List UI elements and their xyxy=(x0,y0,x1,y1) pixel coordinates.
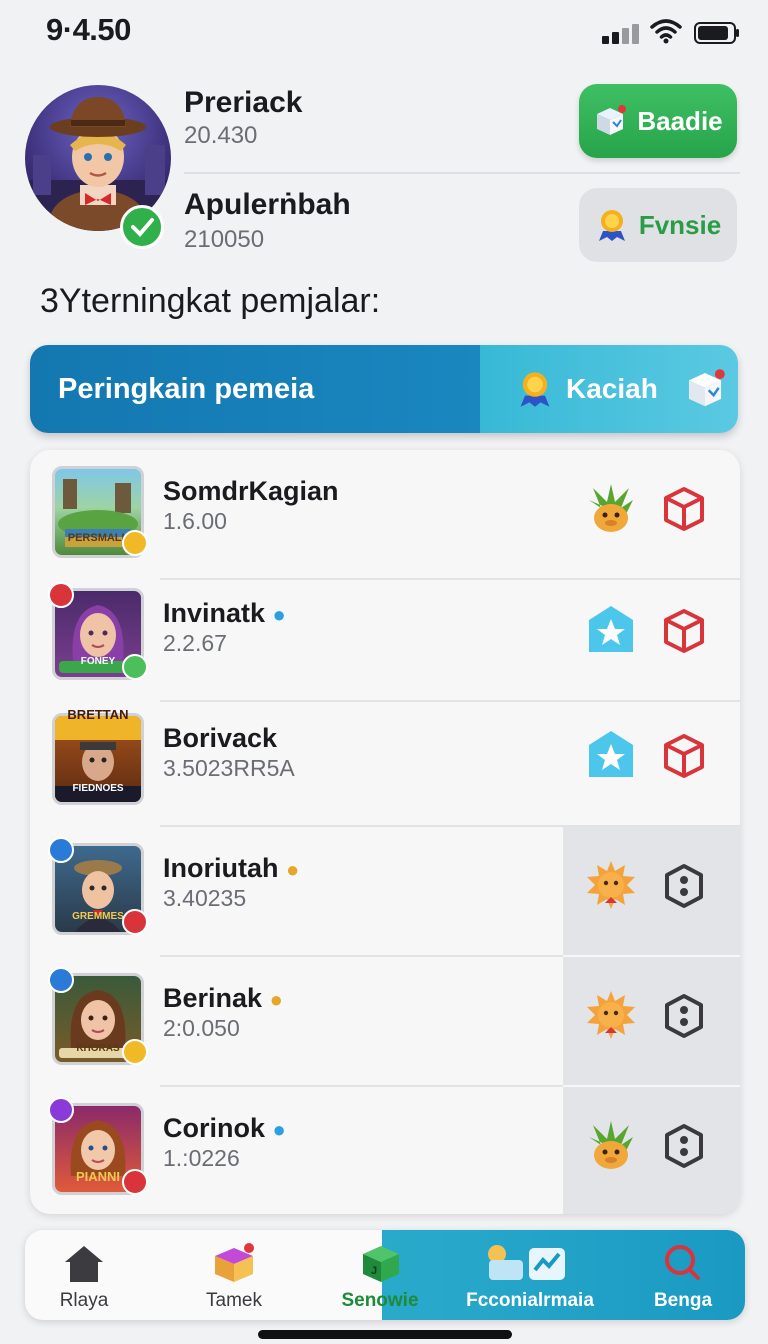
signal-icon xyxy=(602,22,646,44)
flame-icon: ● xyxy=(286,857,300,882)
verified-badge-icon xyxy=(120,205,164,249)
secondary-player-name: Apulerṅbah xyxy=(184,188,351,221)
list-item[interactable]: PIANNI Corinok ● 1.:0226 xyxy=(30,1087,740,1214)
check-badge-icon xyxy=(122,654,148,680)
nav-item-service[interactable]: J Senowie xyxy=(315,1230,445,1320)
rank-badge-icon xyxy=(48,582,74,608)
player-name: Preriack xyxy=(184,86,303,119)
tab-rewards-label: Kaciah xyxy=(566,373,658,404)
star-shield-icon[interactable] xyxy=(583,602,639,658)
lock-toggle-icon[interactable] xyxy=(658,1120,710,1172)
list-item[interactable]: KHORAS Berinak ● 2:0.050 xyxy=(30,957,740,1087)
rank-badge-icon xyxy=(122,909,148,935)
rank-badge-icon xyxy=(122,1169,148,1195)
status-bar: 9·4.50 xyxy=(0,0,768,60)
badge-button-label: Baadie xyxy=(637,105,723,136)
bottom-nav: Rlaya Tamek J Senowie Fcconialrmaia Beng… xyxy=(25,1230,745,1320)
home-indicator[interactable] xyxy=(258,1330,512,1339)
nav-label: Fcconialrmaia xyxy=(466,1290,594,1311)
section-title: 3Yterningkat pemjalar: xyxy=(40,282,381,320)
finish-button[interactable]: Fvnsie xyxy=(579,188,737,262)
home-icon xyxy=(65,1246,103,1282)
green-cube-icon: J xyxy=(363,1246,399,1282)
nav-item-home[interactable]: Rlaya xyxy=(25,1230,143,1320)
list-item[interactable]: BRETTAN FIEDNOES Borivack 3.5023RR5A xyxy=(30,697,740,827)
list-item[interactable]: PERSMALL SomdrKagian 1.6.00 xyxy=(30,450,740,580)
list-item-name: SomdrKagian xyxy=(163,476,339,506)
red-cube-icon[interactable] xyxy=(658,605,710,657)
sun-pet-icon[interactable] xyxy=(583,987,639,1043)
list-item[interactable]: GREMMES Inoriutah ● 3.40235 xyxy=(30,827,740,957)
check-badge-icon xyxy=(122,1039,148,1065)
badge-button[interactable]: Baadie xyxy=(579,84,737,158)
lock-toggle-icon[interactable] xyxy=(658,860,710,912)
wifi-icon xyxy=(650,19,682,44)
rank-badge-icon xyxy=(48,837,74,863)
player-score: 20.430 xyxy=(184,122,258,149)
star-shield-icon[interactable] xyxy=(583,727,639,783)
cube-gift-icon xyxy=(688,369,725,407)
red-cube-icon[interactable] xyxy=(658,730,710,782)
nav-label: Senowie xyxy=(341,1290,419,1311)
list-item-name: Berinak ● xyxy=(163,983,283,1013)
list-item-score: 3.5023RR5A xyxy=(163,755,295,781)
tab-player-ranking-label: Peringkain pemeia xyxy=(58,372,315,405)
finish-button-label: Fvnsie xyxy=(638,209,722,240)
flame-icon: ● xyxy=(272,1117,286,1142)
check-badge-icon xyxy=(122,530,148,556)
nav-item-shop[interactable]: Tamek xyxy=(173,1230,295,1320)
medal-icon xyxy=(520,372,550,407)
thumbnail-caption: FIEDNOES xyxy=(72,783,124,794)
nav-label: Rlaya xyxy=(59,1290,109,1311)
nav-label: Benga xyxy=(653,1290,713,1311)
list-item-score: 2.2.67 xyxy=(163,630,227,656)
list-item-name: Invinatk ● xyxy=(163,598,286,628)
list-item-score: 2:0.050 xyxy=(163,1015,240,1041)
rank-badge-icon xyxy=(48,967,74,993)
ranking-tabs: Peringkain pemeia Kaciah xyxy=(30,345,738,433)
list-item-score: 1.:0226 xyxy=(163,1145,240,1171)
leaderboard-list[interactable]: PERSMALL SomdrKagian 1.6.00 FONEY Invina… xyxy=(30,450,740,1214)
red-cube-icon[interactable] xyxy=(658,483,710,535)
dragon-pet-icon[interactable] xyxy=(583,480,639,536)
list-item-name: Inoriutah ● xyxy=(163,853,300,883)
list-item-score: 1.6.00 xyxy=(163,508,227,534)
flame-icon: ● xyxy=(269,987,283,1012)
list-item-name: Corinok ● xyxy=(163,1113,286,1143)
rank-badge-icon xyxy=(48,1097,74,1123)
lock-toggle-icon[interactable] xyxy=(658,990,710,1042)
tab-player-ranking[interactable]: Peringkain pemeia xyxy=(30,345,480,433)
svg-text:J: J xyxy=(371,1265,377,1277)
secondary-player-score: 210050 xyxy=(184,226,265,253)
tab-rewards[interactable]: Kaciah xyxy=(480,345,738,433)
cube-gift-icon xyxy=(597,105,627,135)
sun-pet-icon[interactable] xyxy=(583,857,639,913)
nav-item-community[interactable]: Fcconialrmaia xyxy=(455,1230,605,1320)
list-item-name: Borivack xyxy=(163,723,278,753)
status-time: 9·4.50 xyxy=(46,12,131,47)
thumbnail-title: BRETTAN xyxy=(67,707,129,722)
nav-label: Tamek xyxy=(206,1290,262,1311)
nav-item-search[interactable]: Benga xyxy=(637,1230,729,1320)
dragon-pet-icon[interactable] xyxy=(583,1117,639,1173)
community-icon xyxy=(488,1245,565,1280)
flame-icon: ● xyxy=(272,602,286,627)
list-item[interactable]: FONEY Invinatk ● 2.2.67 xyxy=(30,572,740,702)
gift-box-icon xyxy=(215,1243,254,1282)
header-divider xyxy=(184,172,740,174)
battery-icon xyxy=(694,22,739,44)
list-item-score: 3.40235 xyxy=(163,885,247,911)
search-icon xyxy=(665,1245,700,1280)
medal-icon xyxy=(598,210,625,241)
